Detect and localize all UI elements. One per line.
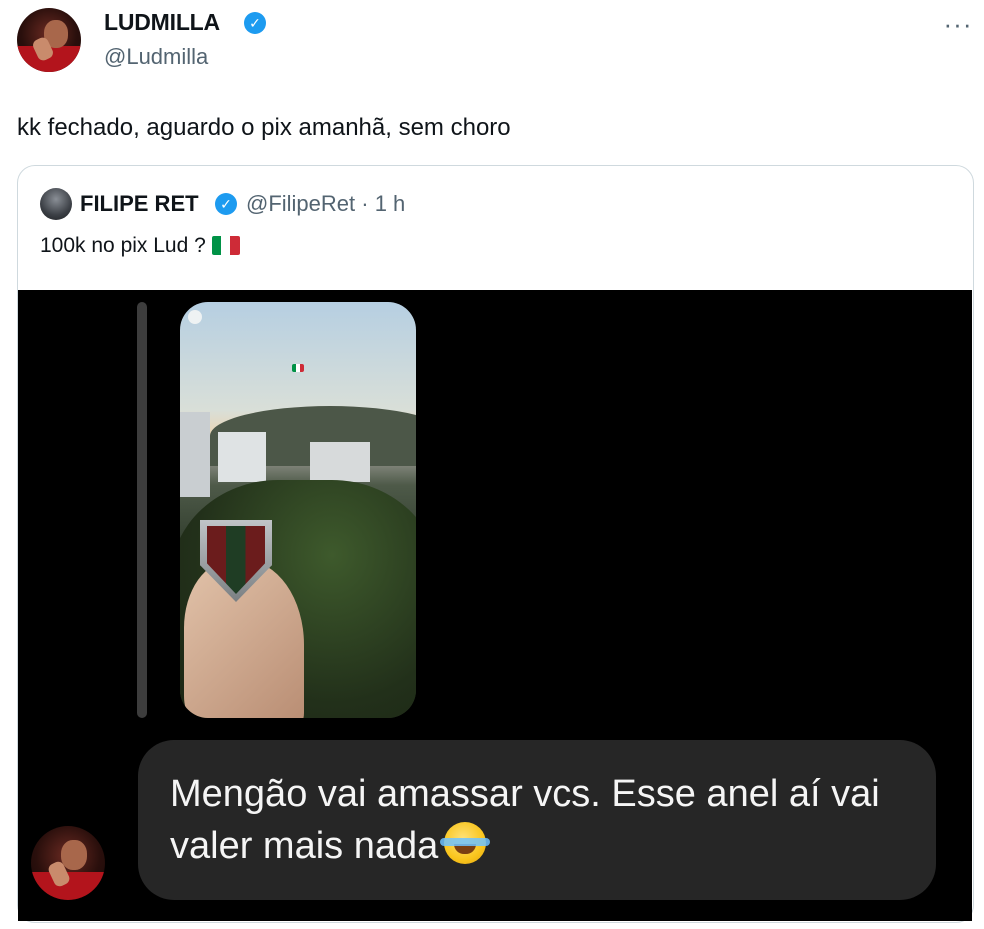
verified-badge-icon: ✓ [244,12,266,34]
quoted-verified-badge-icon: ✓ [215,193,237,215]
quoted-author-avatar [40,188,72,220]
story-progress-bar [137,302,147,718]
reply-message-content: Mengão vai amassar vcs. Esse anel aí vai… [170,773,880,867]
reply-avatar [31,826,105,900]
more-icon: ··· [943,8,973,39]
tweet-text: kk fechado, aguardo o pix amanhã, sem ch… [17,114,511,141]
reply-message-text: Mengão vai amassar vcs. Esse anel aí vai… [170,768,910,872]
story-italy-flag-icon [292,364,304,372]
story-photo-thumbnail [180,302,416,718]
quoted-handle-time: @FilipeRet · 1 h [246,191,406,216]
more-options-button[interactable]: ··· [940,6,976,42]
tears-of-joy-emoji-icon [440,822,491,864]
italy-flag-icon [211,236,240,255]
author-avatar[interactable] [17,8,81,72]
quoted-tweet-text: 100k no pix Lud ? [40,234,240,258]
quoted-author-name: FILIPE RET [80,191,199,216]
author-display-name[interactable]: LUDMILLA [104,9,220,36]
quoted-text-content: 100k no pix Lud ? [40,234,206,257]
author-handle[interactable]: @Ludmilla [104,44,208,70]
